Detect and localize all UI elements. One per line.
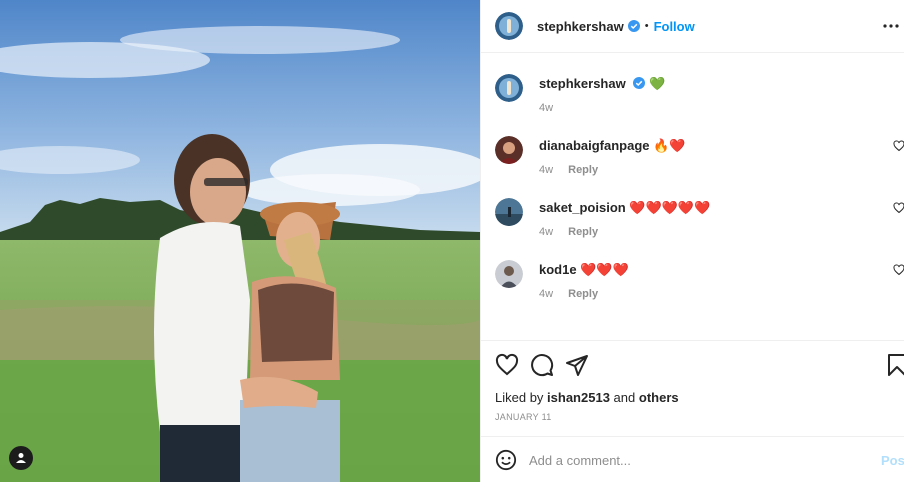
post-comment-button[interactable]: Post <box>881 453 904 468</box>
caption-meta: 4w <box>539 102 553 114</box>
comment-meta: 4w Reply <box>539 164 598 176</box>
liked-by-others[interactable]: others <box>639 390 679 405</box>
likes-summary: Liked by ishan2513 and others <box>495 390 679 405</box>
reply-button[interactable]: Reply <box>568 164 598 176</box>
author-avatar[interactable] <box>495 12 523 40</box>
comment-time[interactable]: 4w <box>539 226 553 238</box>
post-details-panel: stephkershaw • Follow stephkershaw 💚 4w … <box>480 0 904 482</box>
comment-input[interactable] <box>529 449 859 471</box>
heart-icon[interactable] <box>893 202 904 214</box>
comment-username[interactable]: kod1e <box>539 262 577 277</box>
bookmark-icon[interactable] <box>885 353 904 377</box>
more-options-icon[interactable] <box>881 18 901 34</box>
comment-text: kod1e ❤️❤️❤️ <box>539 262 629 278</box>
share-icon[interactable] <box>565 353 589 377</box>
heart-icon[interactable] <box>893 264 904 276</box>
comment-body: 🔥❤️ <box>653 139 686 154</box>
add-comment-bar: Post <box>481 436 904 482</box>
caption-text: stephkershaw 💚 <box>539 76 665 92</box>
post-actions: Liked by ishan2513 and others JANUARY 11 <box>481 340 904 436</box>
comment-row: saket_poision ❤️❤️❤️❤️❤️ 4w Reply <box>495 178 904 238</box>
caption-row: stephkershaw 💚 4w <box>495 54 904 114</box>
liked-by-user[interactable]: ishan2513 <box>547 390 610 405</box>
post-photo[interactable] <box>0 0 480 482</box>
comment-meta: 4w Reply <box>539 288 598 300</box>
follow-button[interactable]: Follow <box>654 19 695 34</box>
comment-time[interactable]: 4w <box>539 164 553 176</box>
comment-username[interactable]: saket_poision <box>539 200 626 215</box>
comment-username[interactable]: dianabaigfanpage <box>539 138 650 153</box>
verified-badge-icon <box>633 77 646 89</box>
heart-icon[interactable] <box>893 140 904 152</box>
emoji-icon[interactable] <box>495 449 517 471</box>
author-username[interactable]: stephkershaw <box>537 19 624 34</box>
comment-avatar[interactable] <box>495 136 523 164</box>
comment-avatar[interactable] <box>495 198 523 226</box>
liked-by-prefix: Liked by <box>495 390 544 405</box>
liked-by-and: and <box>613 390 636 405</box>
reply-button[interactable]: Reply <box>568 288 598 300</box>
heart-icon[interactable] <box>495 353 519 377</box>
user-tag-icon <box>16 453 26 463</box>
comment-meta: 4w Reply <box>539 226 598 238</box>
comment-avatar[interactable] <box>495 260 523 288</box>
comment-row: kod1e ❤️❤️❤️ 4w Reply <box>495 240 904 300</box>
caption-avatar[interactable] <box>495 74 523 102</box>
separator-dot: • <box>644 20 649 32</box>
comment-text: saket_poision ❤️❤️❤️❤️❤️ <box>539 200 710 216</box>
post-date[interactable]: JANUARY 11 <box>495 412 552 422</box>
caption-time[interactable]: 4w <box>539 102 553 114</box>
tagged-users-button[interactable] <box>9 446 33 470</box>
caption-username[interactable]: stephkershaw <box>539 76 626 91</box>
comment-icon[interactable] <box>530 353 554 377</box>
comment-body: ❤️❤️❤️❤️❤️ <box>629 201 711 216</box>
reply-button[interactable]: Reply <box>568 226 598 238</box>
post-header: stephkershaw • Follow <box>481 0 904 53</box>
verified-badge-icon <box>627 20 640 32</box>
comment-row: dianabaigfanpage 🔥❤️ 4w Reply <box>495 116 904 176</box>
comment-time[interactable]: 4w <box>539 288 553 300</box>
comment-body: ❤️❤️❤️ <box>580 263 629 278</box>
comment-text: dianabaigfanpage 🔥❤️ <box>539 138 686 154</box>
post-image <box>0 0 480 482</box>
comments-list: stephkershaw 💚 4w dianabaigfanpage 🔥❤️ 4… <box>481 54 904 340</box>
caption-emoji: 💚 <box>648 77 666 92</box>
